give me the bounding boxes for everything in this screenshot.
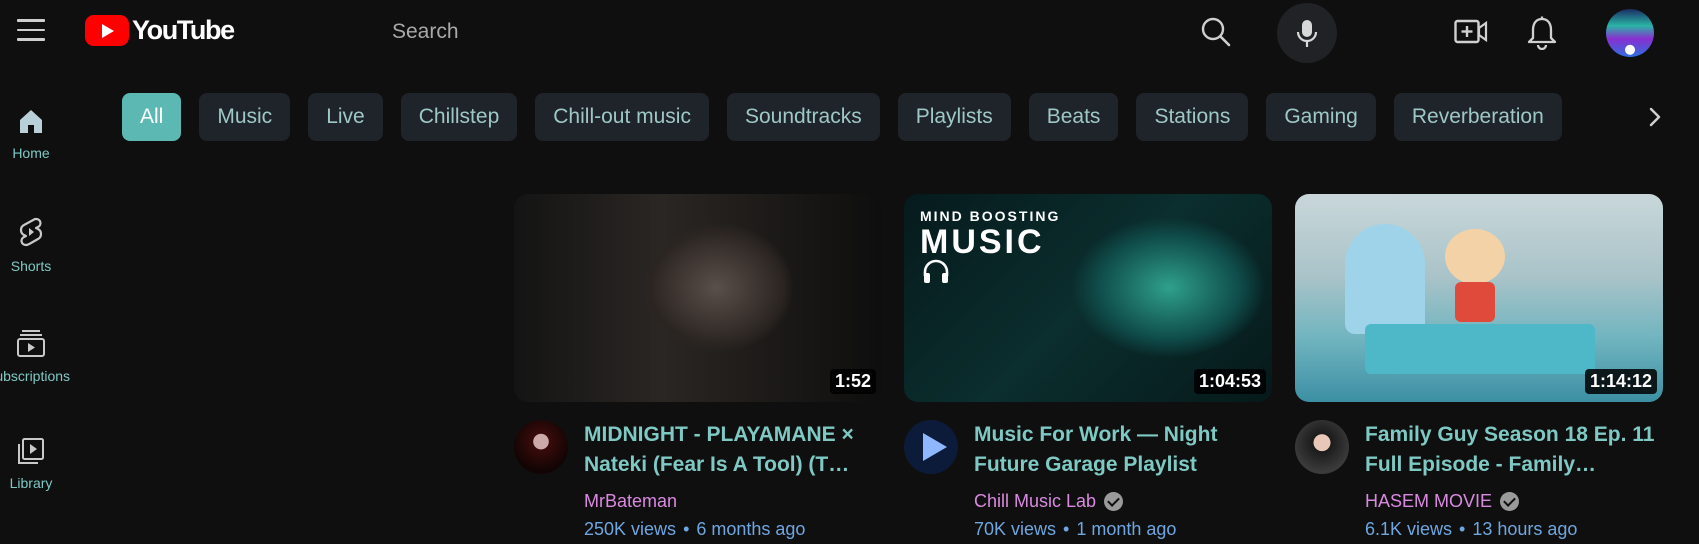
video-meta: 70K views • 1 month ago — [974, 519, 1177, 539]
sidebar-item-label: Subscriptions — [0, 368, 71, 384]
chip-live[interactable]: Live — [308, 93, 383, 141]
thumbnail-figure — [1445, 229, 1505, 284]
shorts-icon — [19, 217, 43, 247]
chip-chillstep[interactable]: Chillstep — [400, 93, 518, 141]
video-meta: 6.1K views • 13 hours ago — [1365, 519, 1578, 539]
sidebar-item-subscriptions[interactable]: Subscriptions — [0, 328, 71, 418]
channel-avatar[interactable] — [1295, 420, 1349, 474]
video-card[interactable]: 1:14:12 Family Guy Season 18 Ep. 11 Full… — [1295, 194, 1663, 544]
view-count: 6.1K views — [1365, 519, 1453, 539]
video-title[interactable]: MIDNIGHT - PLAYAMANE × Nateki (Fear Is A… — [584, 420, 874, 480]
video-title[interactable]: Music For Work — Night Future Garage Pla… — [974, 420, 1264, 480]
chevron-right-icon[interactable] — [1641, 103, 1669, 131]
upload-age: 6 months ago — [696, 519, 806, 539]
bell-icon[interactable] — [1527, 16, 1557, 51]
sidebar-item-shorts[interactable]: Shorts — [0, 216, 62, 306]
sidebar-item-label: Home — [12, 145, 50, 161]
upload-age: 1 month ago — [1076, 519, 1177, 539]
sidebar-item-label: Library — [9, 475, 53, 491]
thumbnail-figure — [1455, 282, 1495, 322]
microphone-icon — [1296, 20, 1318, 47]
chip-soundtracks[interactable]: Soundtracks — [726, 93, 880, 141]
video-card[interactable]: 1:52 MIDNIGHT - PLAYAMANE × Nateki (Fear… — [514, 194, 882, 544]
video-thumbnail[interactable]: 1:14:12 — [1295, 194, 1663, 402]
headphones-icon — [923, 259, 949, 283]
thumbnail-caption: MIND BOOSTING MUSIC — [920, 208, 1060, 260]
home-icon — [20, 110, 42, 133]
video-title[interactable]: Family Guy Season 18 Ep. 11 Full Episode… — [1365, 420, 1655, 480]
video-card[interactable]: MIND BOOSTING MUSIC 1:04:53 Music For Wo… — [904, 194, 1272, 544]
chip-bar-fade — [1580, 86, 1636, 148]
chip-chill-out-music[interactable]: Chill-out music — [535, 93, 709, 141]
youtube-logo[interactable]: YouTube — [85, 15, 235, 46]
sidebar-item-label: Shorts — [10, 258, 52, 274]
thumbnail-text-big: MUSIC — [920, 223, 1045, 261]
logo-text: YouTube — [132, 15, 235, 45]
chip-gaming[interactable]: Gaming — [1266, 93, 1376, 141]
category-chip-bar: All Music Live Chillstep Chill-out music… — [122, 93, 1562, 141]
search-input[interactable] — [392, 14, 1172, 50]
thumbnail-figure — [1345, 224, 1425, 334]
library-icon — [18, 438, 44, 464]
channel-name-row: Chill Music Lab — [974, 491, 1124, 512]
video-meta: 250K views • 6 months ago — [584, 519, 806, 539]
search-icon[interactable] — [1200, 16, 1232, 48]
thumbnail-text-small: MIND BOOSTING — [920, 208, 1061, 224]
voice-search-button[interactable] — [1277, 3, 1337, 63]
video-camera-plus-icon[interactable] — [1454, 17, 1488, 47]
channel-avatar[interactable] — [514, 420, 568, 474]
sidebar-item-library[interactable]: Library — [0, 437, 62, 527]
view-count: 250K views — [584, 519, 677, 539]
chip-stations[interactable]: Stations — [1136, 93, 1249, 141]
chip-playlists[interactable]: Playlists — [897, 93, 1011, 141]
channel-name[interactable]: Chill Music Lab — [974, 491, 1096, 512]
video-thumbnail[interactable]: MIND BOOSTING MUSIC 1:04:53 — [904, 194, 1272, 402]
account-avatar[interactable] — [1606, 9, 1654, 57]
chip-music[interactable]: Music — [199, 93, 291, 141]
youtube-play-icon — [85, 15, 129, 46]
video-duration: 1:52 — [829, 369, 876, 394]
verified-check-icon — [1104, 492, 1124, 511]
channel-name[interactable]: MrBateman — [584, 491, 677, 512]
channel-name[interactable]: HASEM MOVIE — [1365, 491, 1492, 512]
sidebar-item-home[interactable]: Home — [0, 107, 62, 197]
channel-name-row: MrBateman — [584, 491, 677, 512]
thumbnail-figure — [1365, 324, 1595, 374]
chip-beats[interactable]: Beats — [1028, 93, 1119, 141]
channel-avatar[interactable] — [904, 420, 958, 474]
video-thumbnail[interactable]: 1:52 — [514, 194, 882, 402]
chip-all[interactable]: All — [122, 93, 182, 141]
channel-name-row: HASEM MOVIE — [1365, 491, 1520, 512]
hamburger-menu-icon[interactable] — [17, 19, 45, 45]
video-duration: 1:04:53 — [1193, 369, 1266, 394]
subscriptions-icon — [17, 330, 45, 357]
chip-reverberation[interactable]: Reverberation — [1393, 93, 1562, 141]
verified-check-icon — [1500, 492, 1520, 511]
video-duration: 1:14:12 — [1584, 369, 1657, 394]
upload-age: 13 hours ago — [1472, 519, 1578, 539]
view-count: 70K views — [974, 519, 1057, 539]
